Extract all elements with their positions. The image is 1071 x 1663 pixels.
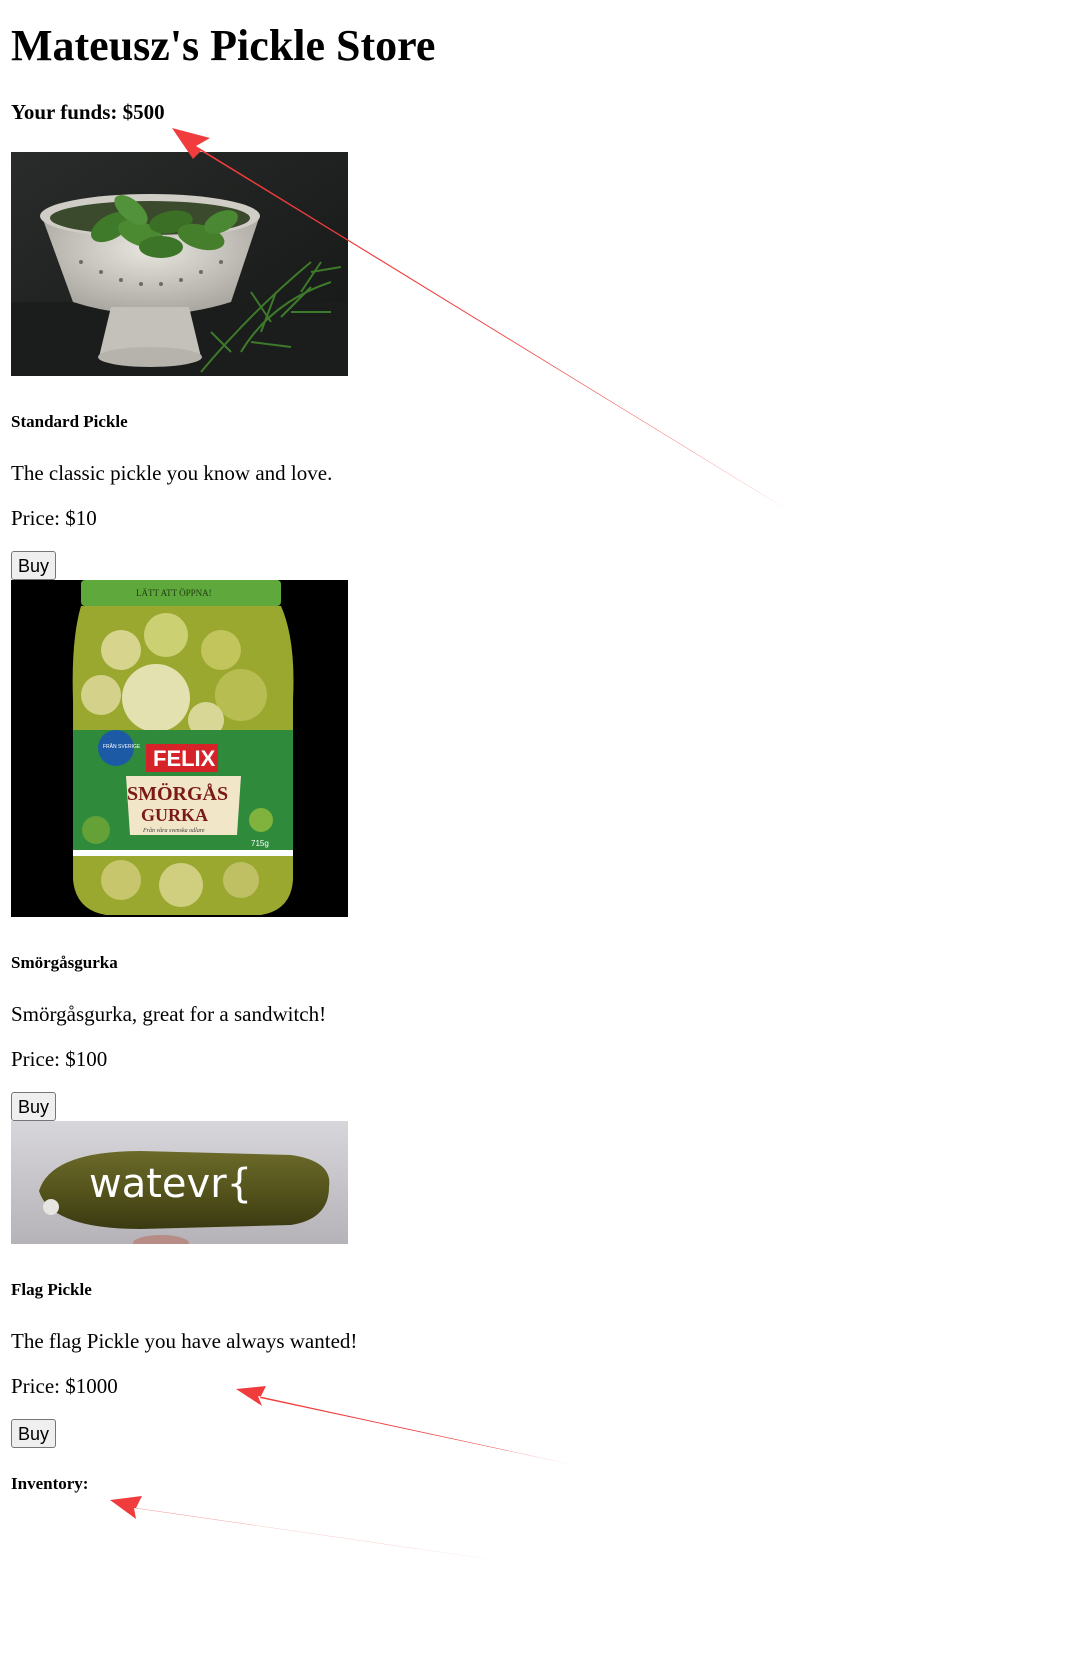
- pickle-jar-image: LÄTT ATT ÖPPNA! FRÅN SVERIGE FELIX SMÖRG…: [11, 580, 348, 917]
- product-standard-pickle: Standard Pickle The classic pickle you k…: [11, 152, 1051, 580]
- jar-tagline: Från våra svenska odlare: [142, 827, 205, 834]
- jar-lid-text: LÄTT ATT ÖPPNA!: [136, 588, 212, 598]
- buy-button-standard-pickle[interactable]: Buy: [11, 551, 57, 580]
- jar-weight: 715g: [251, 839, 269, 848]
- annotation-arrow-buy: [110, 1496, 578, 1572]
- inventory-heading: Inventory:: [11, 1474, 89, 1493]
- product-image-flag-pickle: watevr{: [11, 1121, 365, 1244]
- product-name: Smörgåsgurka: [11, 953, 118, 972]
- buy-button-smorgasgurka[interactable]: Buy: [11, 1092, 57, 1121]
- product-price: Price: $100: [11, 1047, 108, 1071]
- store-page: Mateusz's Pickle Store Your funds: $500: [11, 0, 1051, 1494]
- buy-button-flag-pickle[interactable]: Buy: [11, 1419, 57, 1448]
- jar-product-line2: GURKA: [141, 805, 208, 825]
- product-price: Price: $1000: [11, 1374, 118, 1398]
- product-description: The classic pickle you know and love.: [11, 461, 333, 485]
- jar-brand-text: FELIX: [153, 746, 216, 771]
- product-image-standard-pickle: [11, 152, 365, 376]
- product-price: Price: $10: [11, 506, 97, 530]
- page-title: Mateusz's Pickle Store: [11, 21, 436, 70]
- product-name: Flag Pickle: [11, 1280, 92, 1299]
- flag-pickle-image-text: watevr{: [89, 1161, 252, 1207]
- product-description: The flag Pickle you have always wanted!: [11, 1329, 358, 1353]
- product-description: Smörgåsgurka, great for a sandwitch!: [11, 1002, 327, 1026]
- product-flag-pickle: watevr{ Flag Pickle The flag Pickle you …: [11, 1121, 1051, 1448]
- pickles-in-colander-image: [11, 152, 348, 376]
- funds-display: Your funds: $500: [11, 100, 165, 124]
- jar-product-line1: SMÖRGÅS: [127, 782, 228, 805]
- product-name: Standard Pickle: [11, 412, 128, 431]
- flag-pickle-image: watevr{: [11, 1121, 348, 1244]
- jar-badge-text: FRÅN SVERIGE: [103, 743, 141, 750]
- product-smorgasgurka: LÄTT ATT ÖPPNA! FRÅN SVERIGE FELIX SMÖRG…: [11, 580, 1051, 1121]
- product-image-smorgasgurka: LÄTT ATT ÖPPNA! FRÅN SVERIGE FELIX SMÖRG…: [11, 580, 365, 917]
